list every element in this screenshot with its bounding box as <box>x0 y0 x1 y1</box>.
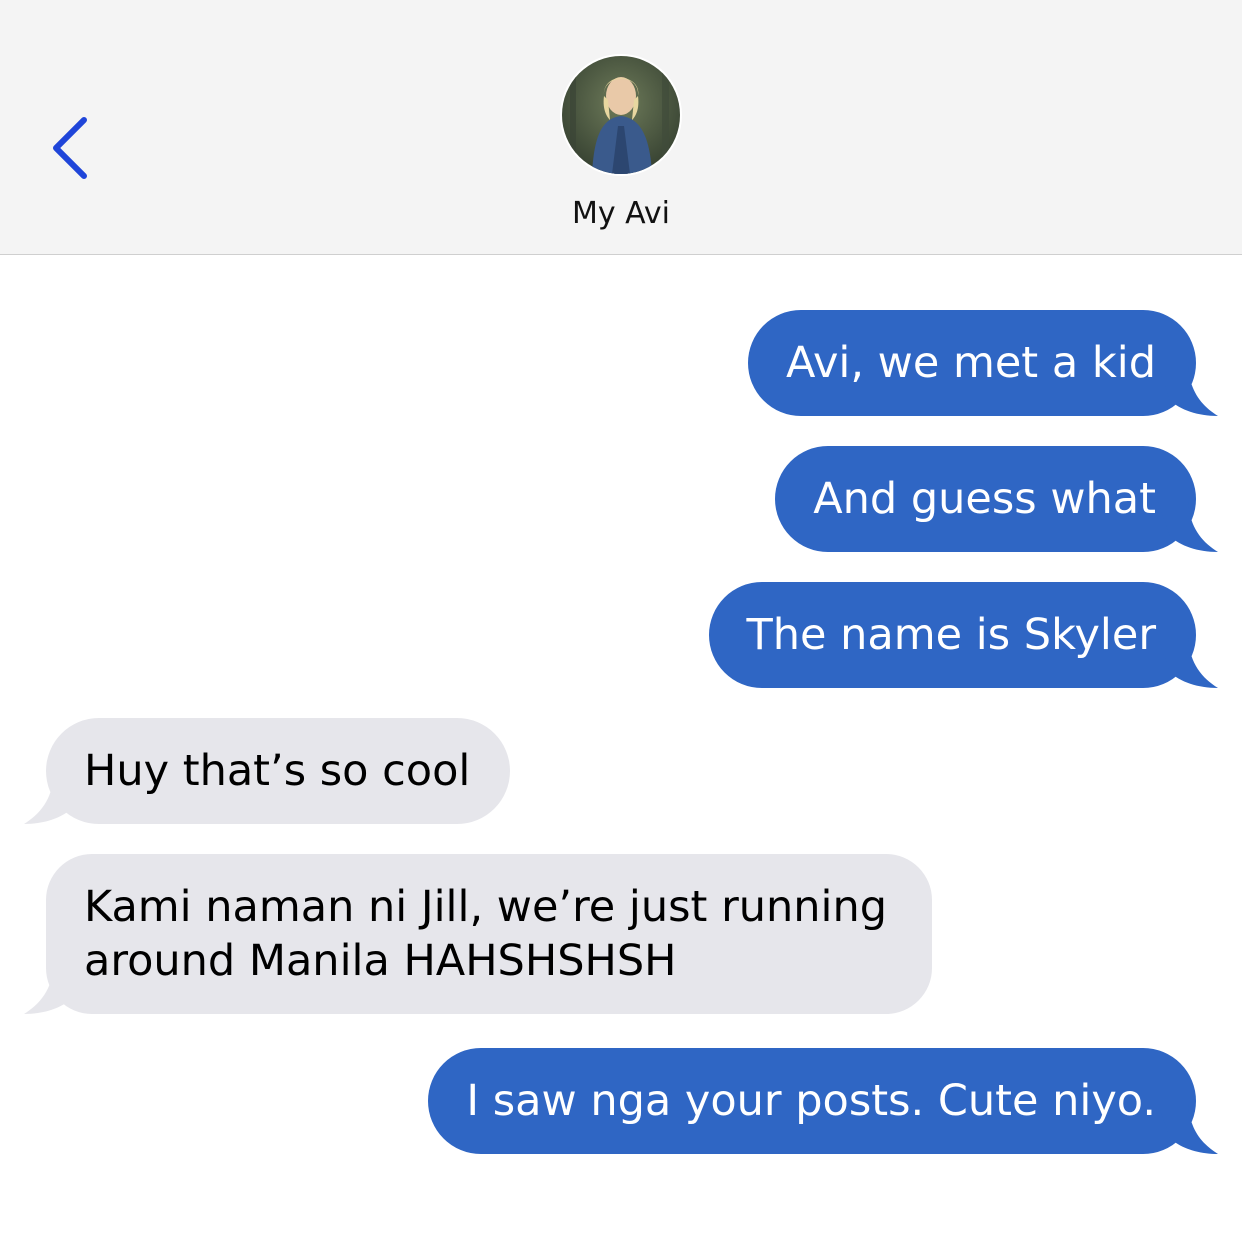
bubble-tail <box>24 964 84 1014</box>
sent-message[interactable]: And guess what <box>775 446 1218 552</box>
message-text: Avi, we met a kid <box>786 338 1156 388</box>
message-text: Huy that’s so cool <box>84 746 471 796</box>
chevron-left-icon <box>53 117 87 179</box>
message-text: I saw nga your posts. Cute niyo. <box>466 1076 1156 1126</box>
contact-avatar[interactable] <box>560 54 682 176</box>
contact-name[interactable]: My Avi <box>0 196 1242 231</box>
conversation-header: My Avi <box>0 0 1242 255</box>
bubble-tail <box>1158 638 1218 688</box>
avatar-image <box>562 56 680 174</box>
message-text: And guess what <box>813 474 1156 524</box>
bubble-tail <box>1158 366 1218 416</box>
message-text-line: around Manila HAHSHSHSH <box>84 936 677 986</box>
back-button[interactable] <box>44 110 104 190</box>
bubble-tail <box>1158 502 1218 552</box>
message-text: The name is Skyler <box>746 610 1156 660</box>
received-message[interactable]: Huy that’s so cool <box>24 718 511 824</box>
message-text-line: Kami naman ni Jill, we’re just running <box>84 882 887 932</box>
message-thread: Avi, we met a kid And guess what The nam… <box>0 255 1242 1242</box>
sent-message[interactable]: I saw nga your posts. Cute niyo. <box>428 1048 1218 1154</box>
sent-message[interactable]: Avi, we met a kid <box>748 310 1218 416</box>
bubble-tail <box>1158 1104 1218 1154</box>
sent-message[interactable]: The name is Skyler <box>708 582 1218 688</box>
bubble-tail <box>24 774 84 824</box>
received-message[interactable]: Kami naman ni Jill, we’re just running a… <box>24 854 932 1014</box>
